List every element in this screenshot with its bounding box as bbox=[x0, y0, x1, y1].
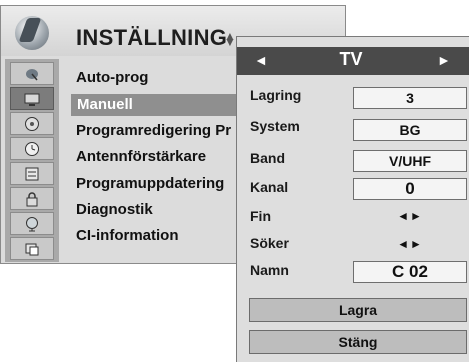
value-namn[interactable]: C 02 bbox=[353, 261, 467, 283]
label-namn: Namn bbox=[250, 262, 289, 278]
keyboard-icon[interactable] bbox=[10, 162, 54, 185]
manual-tuning-panel: ◄ TV ► Lagring 3 System BG Band V/UHF Ka… bbox=[236, 36, 469, 362]
menu-title: INSTÄLLNING bbox=[76, 25, 228, 50]
menu-item-programuppdatering[interactable]: Programuppdatering bbox=[76, 173, 224, 195]
label-kanal: Kanal bbox=[250, 179, 289, 195]
menu-item-auto-prog[interactable]: Auto-prog bbox=[76, 67, 148, 89]
clock-icon[interactable] bbox=[10, 137, 54, 160]
value-kanal[interactable]: 0 bbox=[353, 178, 467, 200]
arrow-left-icon[interactable]: ◄ bbox=[254, 52, 268, 68]
arrow-right-icon[interactable]: ► bbox=[437, 52, 451, 68]
satellite-dish-icon[interactable] bbox=[10, 62, 54, 85]
panel-header: ◄ TV ► bbox=[237, 47, 469, 75]
menu-item-antennforstarkare[interactable]: Antennförstärkare bbox=[76, 146, 206, 168]
options-icon[interactable] bbox=[10, 237, 54, 260]
save-button[interactable]: Lagra bbox=[249, 298, 467, 322]
label-lagring: Lagring bbox=[250, 87, 302, 103]
fin-adjust-arrows-icon[interactable]: ◄► bbox=[353, 209, 467, 223]
value-lagring[interactable]: 3 bbox=[353, 87, 467, 109]
menu-item-ci-information[interactable]: CI-information bbox=[76, 225, 179, 247]
tv-screen-icon[interactable] bbox=[10, 87, 54, 110]
label-band: Band bbox=[250, 150, 285, 166]
menu-item-diagnostik[interactable]: Diagnostik bbox=[76, 199, 153, 221]
value-band[interactable]: V/UHF bbox=[353, 150, 467, 172]
lock-icon[interactable] bbox=[10, 187, 54, 210]
search-adjust-arrows-icon[interactable]: ◄► bbox=[353, 237, 467, 251]
menu-item-programredigering[interactable]: Programredigering Pr bbox=[76, 120, 231, 142]
label-soker: Söker bbox=[250, 235, 289, 251]
disc-icon[interactable] bbox=[10, 112, 54, 135]
label-fin: Fin bbox=[250, 208, 271, 224]
updown-arrows-icon: ▲ ▼ bbox=[224, 29, 236, 49]
close-button[interactable]: Stäng bbox=[249, 330, 467, 354]
menu-icon-column bbox=[5, 59, 59, 262]
globe-icon[interactable] bbox=[10, 212, 54, 235]
label-system: System bbox=[250, 118, 300, 134]
value-system[interactable]: BG bbox=[353, 119, 467, 141]
panel-title: TV bbox=[339, 49, 363, 69]
